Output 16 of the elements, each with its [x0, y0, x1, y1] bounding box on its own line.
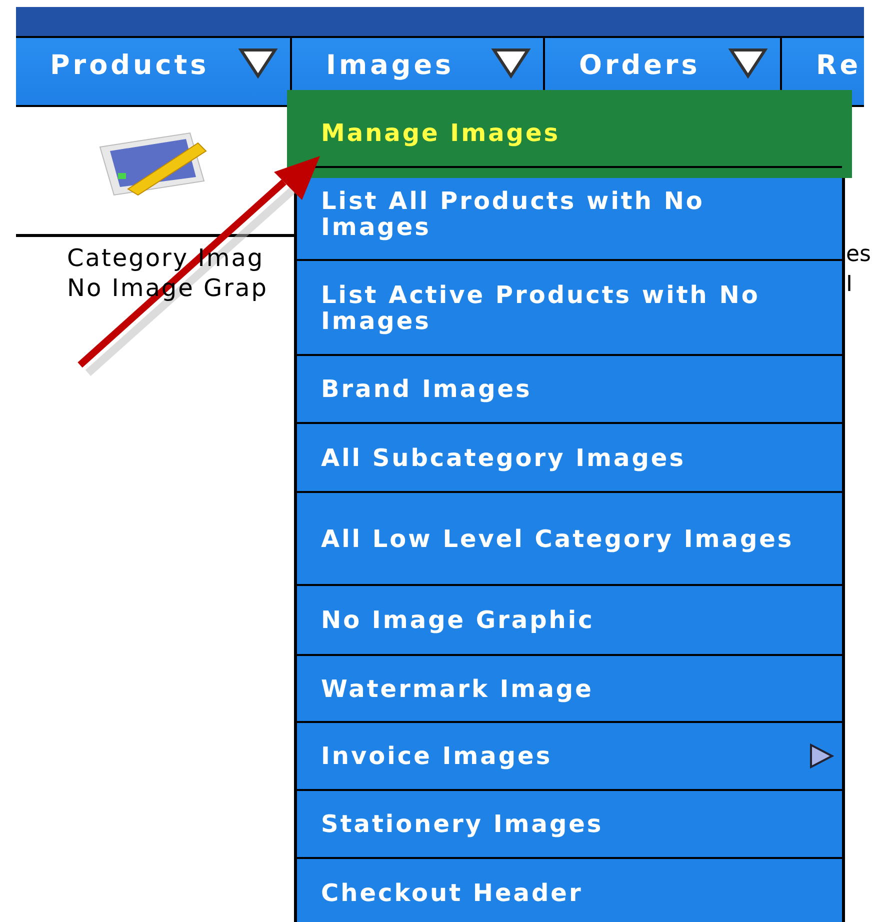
menu-item[interactable]: Watermark Image	[297, 656, 842, 723]
menu-item[interactable]: All Subcategory Images	[297, 424, 842, 493]
menu-item[interactable]: All Low Level Category Images	[297, 493, 842, 586]
menu-item[interactable]: Invoice Images	[297, 723, 842, 791]
dropdown-triangle-icon[interactable]	[728, 46, 768, 78]
dropdown-triangle-icon[interactable]	[238, 46, 278, 78]
menu-item[interactable]: Checkout Header	[297, 859, 842, 922]
link-text[interactable]: I	[846, 270, 852, 300]
menu-item[interactable]: No Image Graphic	[297, 586, 842, 656]
link-text[interactable]: es	[846, 240, 871, 270]
nav-tab[interactable]: Products	[16, 38, 292, 105]
link-text[interactable]: Category Imag	[67, 243, 264, 273]
dropdown-triangle-icon[interactable]	[491, 46, 531, 78]
menu-item[interactable]: Brand Images	[297, 356, 842, 424]
menu-item[interactable]: Stationery Images	[297, 791, 842, 859]
menu-item[interactable]: List Active Products with No Images	[297, 261, 842, 356]
